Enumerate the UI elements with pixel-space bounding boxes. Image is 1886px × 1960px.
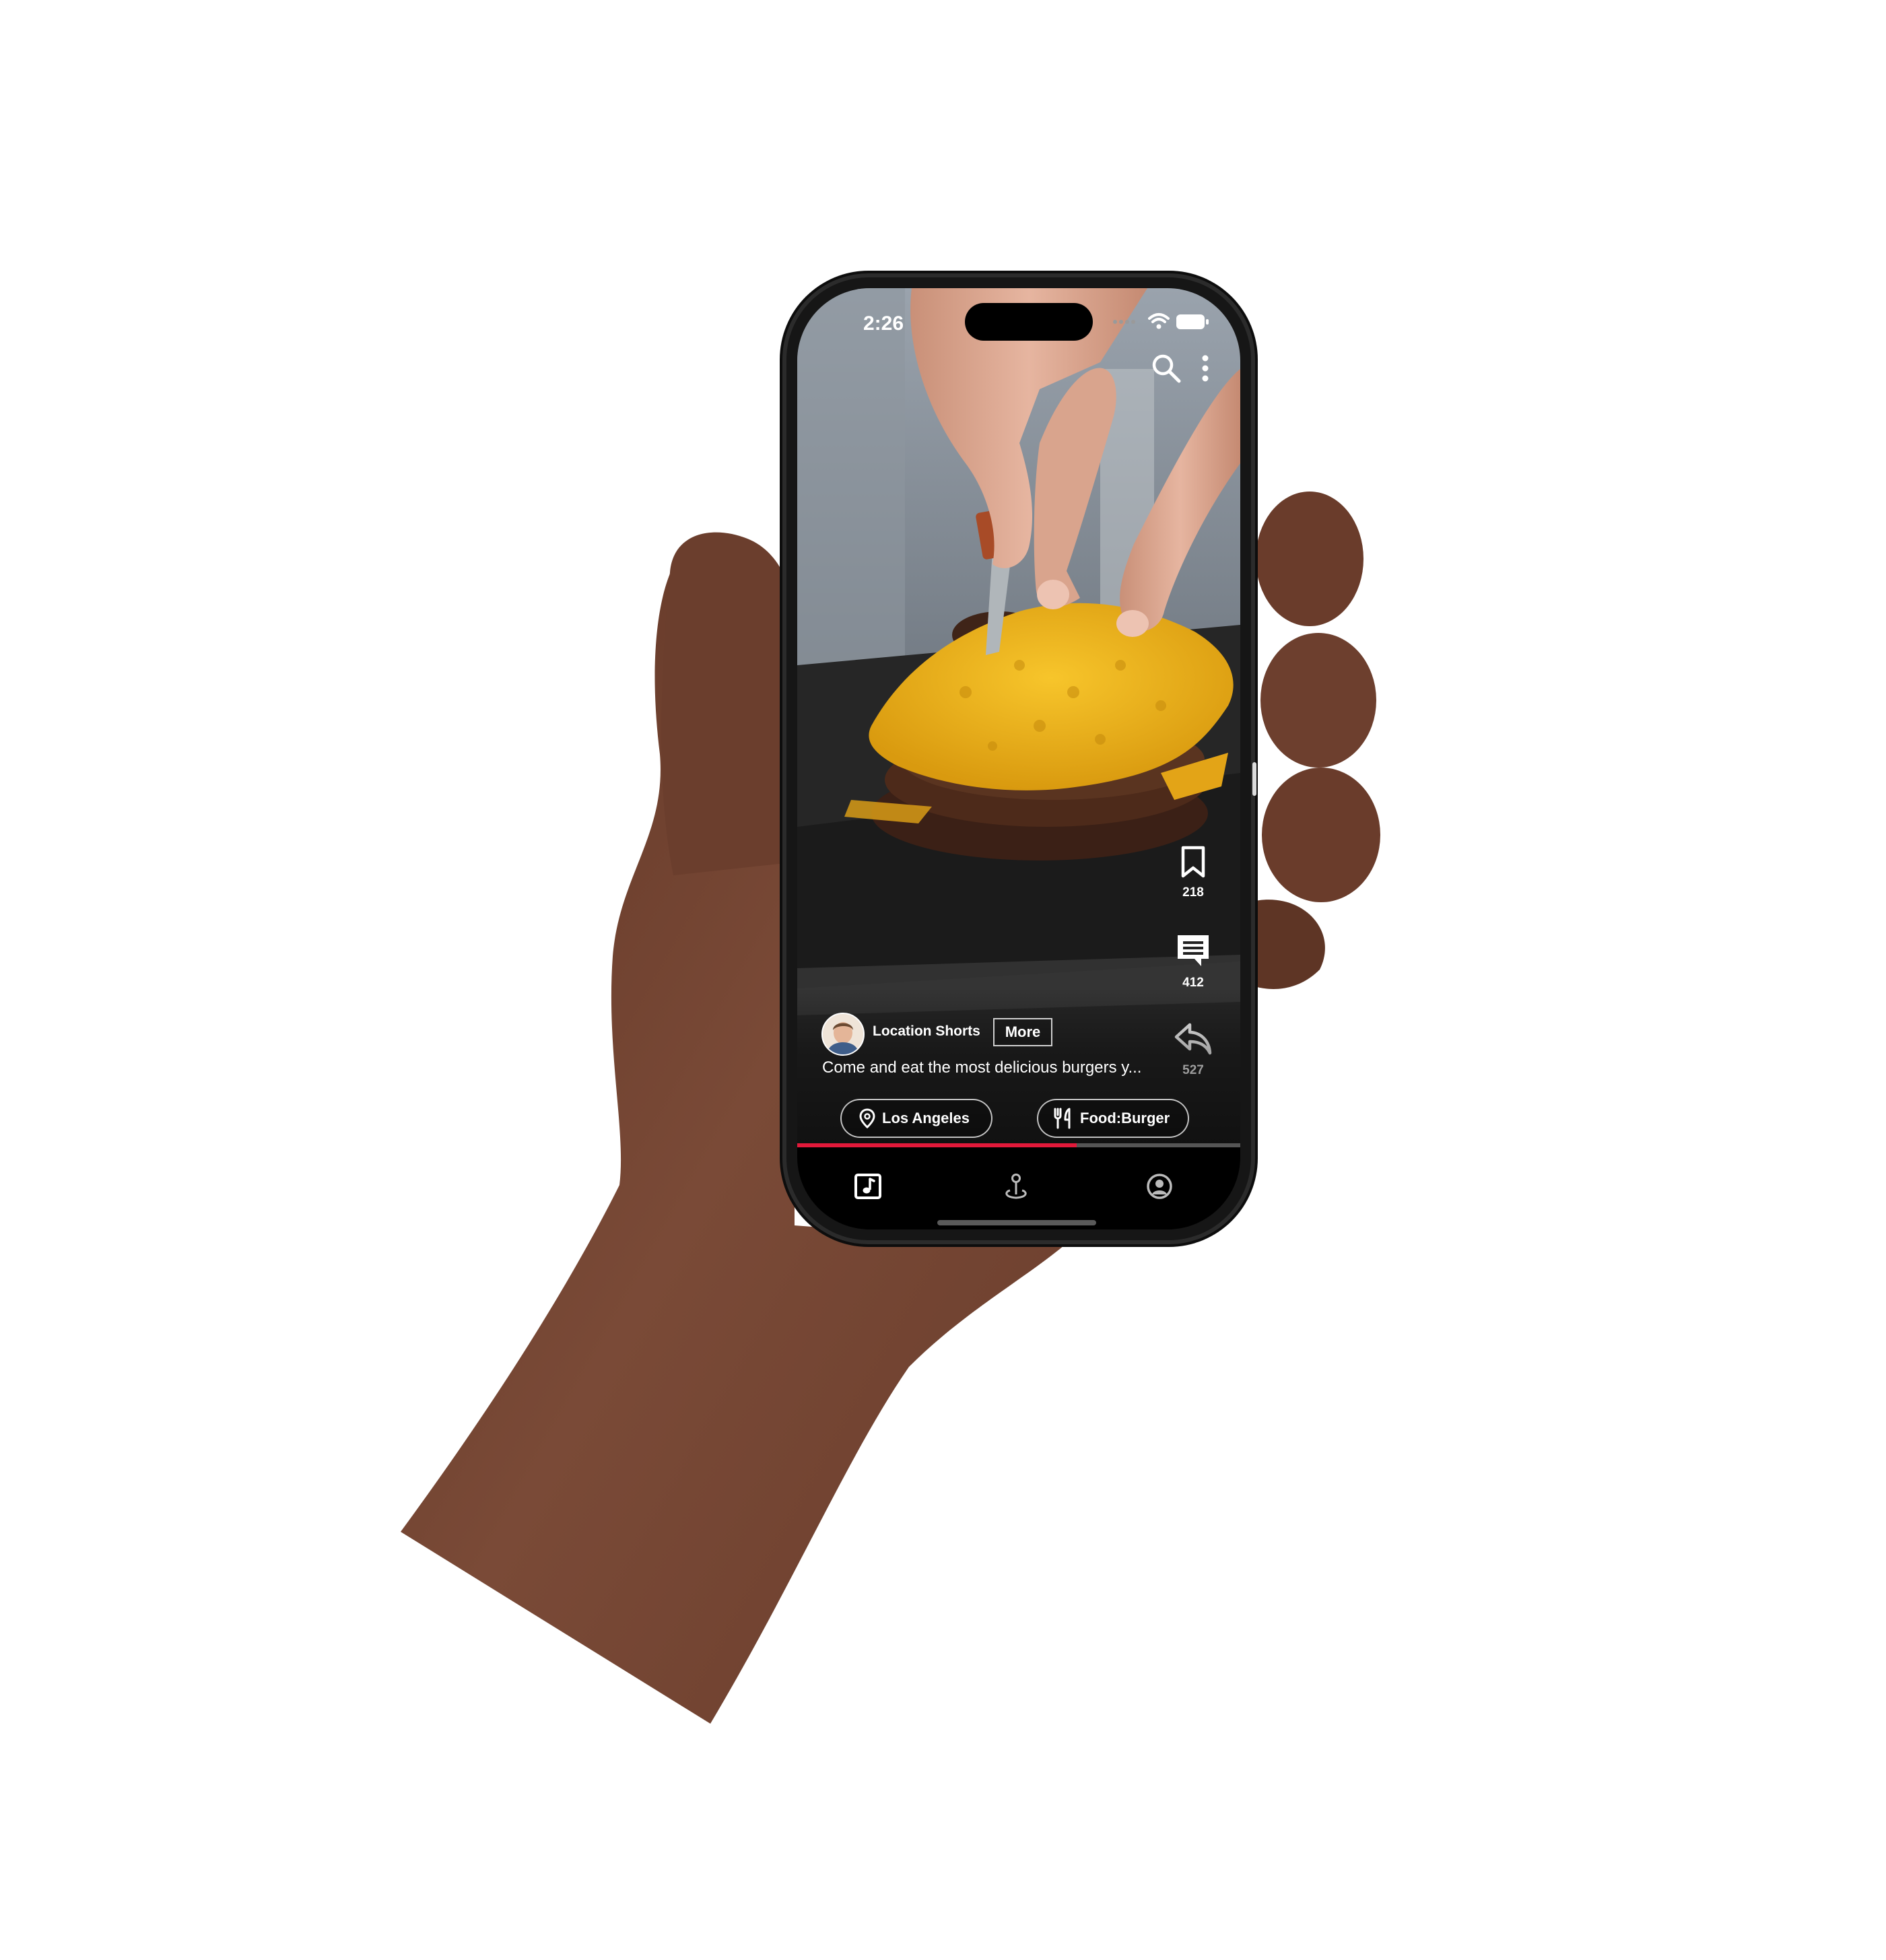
bottom-tab-bar <box>797 1147 1240 1229</box>
wifi-icon <box>1148 313 1170 329</box>
channel-avatar[interactable] <box>821 1013 865 1056</box>
battery-icon <box>1176 314 1209 329</box>
phone-frame: 2:26 218 412 Location Shorts More Come a… <box>786 277 1256 1240</box>
music-shorts-icon[interactable] <box>854 1173 882 1200</box>
dynamic-island <box>965 303 1093 341</box>
fork-knife-icon <box>1054 1108 1071 1129</box>
home-indicator <box>937 1220 1096 1225</box>
comment-icon <box>1178 935 1209 966</box>
phone-screen: 2:26 218 412 Location Shorts More Come a… <box>797 288 1240 1229</box>
avatar-image <box>823 1014 863 1054</box>
channel-name[interactable]: Location Shorts <box>873 1023 980 1040</box>
category-chip[interactable]: Food:Burger <box>1037 1099 1189 1138</box>
more-vertical-icon[interactable] <box>1199 353 1212 384</box>
location-pin-icon <box>859 1108 875 1128</box>
location-chip[interactable]: Los Angeles <box>840 1099 992 1138</box>
signal-icon <box>1113 320 1135 324</box>
bookmark-count: 218 <box>1182 885 1204 900</box>
video-description[interactable]: Come and eat the most delicious burgers … <box>822 1058 1172 1077</box>
bookmark-button[interactable]: 218 <box>1166 846 1220 900</box>
bookmark-icon <box>1181 846 1205 878</box>
search-icon[interactable] <box>1151 353 1182 384</box>
status-time: 2:26 <box>863 312 904 335</box>
map-pin-icon[interactable] <box>1003 1173 1030 1201</box>
location-chip-label: Los Angeles <box>882 1110 970 1126</box>
profile-icon[interactable] <box>1146 1173 1173 1200</box>
comment-button[interactable]: 412 <box>1166 933 1220 990</box>
category-chip-label: Food:Burger <box>1080 1110 1170 1126</box>
phone-side-button <box>1252 762 1256 796</box>
more-button[interactable]: More <box>993 1018 1052 1046</box>
